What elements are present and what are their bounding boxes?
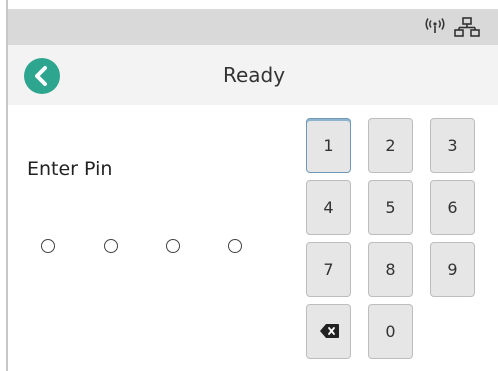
keypad-key-4[interactable]: 4 [306,180,351,235]
keypad-key-5[interactable]: 5 [368,180,413,235]
header-bar: Ready [8,45,498,105]
pin-entry-screen: Ready Enter Pin 1 2 3 4 5 6 7 8 9 0 [0,0,498,371]
network-icon [454,17,480,37]
keypad-key-3[interactable]: 3 [430,118,475,173]
keypad-key-1[interactable]: 1 [306,118,351,173]
chevron-left-icon [35,66,47,86]
pin-dot [166,239,180,253]
keypad-key-7[interactable]: 7 [306,242,351,297]
keypad-key-8[interactable]: 8 [368,242,413,297]
backspace-icon [320,324,339,338]
pin-entry-panel: Enter Pin 1 2 3 4 5 6 7 8 9 0 [8,105,498,371]
pin-dot [104,239,118,253]
back-button[interactable] [24,58,60,94]
backspace-button[interactable] [306,304,351,359]
wireless-icon [425,18,445,33]
keypad-key-0[interactable]: 0 [368,304,413,359]
status-bar [8,9,498,45]
keypad-key-2[interactable]: 2 [368,118,413,173]
enter-pin-label: Enter Pin [27,158,113,180]
keypad-key-9[interactable]: 9 [430,242,475,297]
pin-dot [228,239,242,253]
page-title: Ready [222,63,286,87]
keypad-key-6[interactable]: 6 [430,180,475,235]
pin-dot [41,239,55,253]
